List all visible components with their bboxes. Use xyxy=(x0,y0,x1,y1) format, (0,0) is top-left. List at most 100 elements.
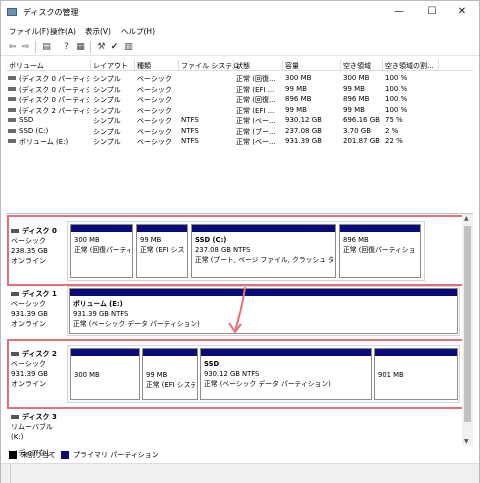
volume-icon xyxy=(8,86,16,91)
volume-icon xyxy=(8,128,16,133)
disk-type: ベーシック xyxy=(11,300,46,308)
column-type[interactable]: 種類 xyxy=(137,61,151,71)
cell-percent-free: 100 % xyxy=(385,84,408,93)
minimize-button[interactable]: — xyxy=(384,3,414,21)
cell-free-space: 3.70 GB xyxy=(343,126,372,135)
help-icon[interactable]: ? xyxy=(61,42,72,52)
column-percent-free[interactable]: 空き領域の割... xyxy=(385,61,434,71)
toolbar: ⇦ ⇨ ▤ ? ▦ ⚒ ✔ ▥ xyxy=(1,38,479,56)
maximize-button[interactable]: ☐ xyxy=(417,3,447,21)
cell-capacity: 931.39 GB xyxy=(285,137,322,145)
legend-label-unallocated: 未割り当て xyxy=(21,451,56,459)
cell-free-space: 201.87 GB xyxy=(343,137,380,145)
cell-free-space: 896 MB xyxy=(343,95,370,103)
scroll-down-icon[interactable]: ▼ xyxy=(464,438,469,445)
disk-size: 931.39 GB xyxy=(11,310,48,318)
cell-status: 正常 (ブー... xyxy=(236,127,276,136)
cell-layout: シンプル xyxy=(93,127,121,136)
column-capacity[interactable]: 容量 xyxy=(285,61,299,71)
menu-bar: ファイル(F) 操作(A) 表示(V) ヘルプ(H) xyxy=(1,23,479,38)
menu-view[interactable]: 表示(V) xyxy=(85,26,111,37)
disk-name: ディスク 1 xyxy=(22,290,57,298)
cell-capacity: 930.12 GB xyxy=(285,116,322,124)
partition-header xyxy=(70,289,457,296)
check-icon[interactable]: ✔ xyxy=(109,42,120,52)
table-row[interactable]: ボリューム (E:) シンプル ベーシック NTFS 正常 (ベー... 931… xyxy=(6,136,473,147)
cell-status: 正常 (回復... xyxy=(236,75,276,83)
status-bar-pane xyxy=(1,464,11,483)
back-arrow-icon[interactable]: ⇦ xyxy=(7,42,18,52)
close-button[interactable]: ✕ xyxy=(447,3,477,21)
cell-free-space: 99 MB xyxy=(343,84,365,93)
view-icon[interactable]: ▥ xyxy=(123,42,134,52)
cell-volume: (ディスク 0 パーティシ... xyxy=(19,85,89,94)
cell-free-space: 300 MB xyxy=(343,74,370,82)
partition-size: 931.39 GB NTFS xyxy=(73,310,129,318)
cell-percent-free: 100 % xyxy=(385,105,408,114)
cell-type: ベーシック xyxy=(137,138,172,146)
legend-label-primary: プライマリ パーティション xyxy=(73,451,159,459)
column-volume[interactable]: ボリューム xyxy=(9,61,44,71)
disk-icon xyxy=(11,415,19,419)
table-row[interactable]: SSD (C:) シンプル ベーシック NTFS 正常 (ブー... 237.0… xyxy=(6,126,473,137)
console-tree-icon[interactable]: ▤ xyxy=(41,42,52,52)
pane-splitter[interactable] xyxy=(6,213,473,214)
cell-capacity: 99 MB xyxy=(285,84,307,93)
menu-file[interactable]: ファイル(F) xyxy=(9,26,49,37)
cell-status: 正常 (回復... xyxy=(236,96,276,104)
scrollbar-thumb[interactable] xyxy=(464,226,471,422)
cell-status: 正常 (EFI ... xyxy=(236,85,275,94)
volume-icon xyxy=(8,76,16,80)
cell-capacity: 99 MB xyxy=(285,105,307,114)
cell-type: ベーシック xyxy=(137,106,172,115)
cell-percent-free: 2 % xyxy=(385,126,399,135)
title-bar[interactable]: ディスクの管理 — ☐ ✕ xyxy=(1,1,479,23)
vertical-scrollbar[interactable]: ▲ ▼ xyxy=(462,214,473,446)
legend-swatch-primary xyxy=(61,451,69,459)
volume-icon xyxy=(8,118,16,122)
legend-swatch-unallocated xyxy=(9,451,17,459)
column-status[interactable]: 状態 xyxy=(236,61,250,71)
cell-type: ベーシック xyxy=(137,96,172,104)
window-title: ディスクの管理 xyxy=(23,8,79,17)
cell-status: 正常 (ベー... xyxy=(236,117,276,125)
cell-status: 正常 (EFI ... xyxy=(236,106,275,115)
table-row[interactable]: (ディスク 0 パーティシ... シンプル ベーシック 正常 (回復... 30… xyxy=(6,73,473,84)
cell-percent-free: 100 % xyxy=(385,74,408,82)
cell-filesystem: NTFS xyxy=(181,126,199,135)
menu-help[interactable]: ヘルプ(H) xyxy=(121,26,155,37)
disk-icon xyxy=(11,292,19,296)
table-row[interactable]: SSD シンプル ベーシック NTFS 正常 (ベー... 930.12 GB … xyxy=(6,115,473,126)
scroll-up-icon[interactable]: ▲ xyxy=(464,215,469,222)
disk-type: リムーバブル (K:) xyxy=(11,423,53,441)
properties-icon[interactable]: ▦ xyxy=(75,42,86,52)
column-filesystem[interactable]: ファイル システム xyxy=(181,61,239,71)
volume-list-header: ボリューム レイアウト 種類 ファイル システム 状態 容量 空き領域 空き領域… xyxy=(6,60,473,71)
table-row[interactable]: (ディスク 0 パーティシ... シンプル ベーシック 正常 (EFI ... … xyxy=(6,84,473,95)
cell-percent-free: 75 % xyxy=(385,116,403,124)
cell-volume: SSD xyxy=(19,116,34,124)
cell-type: ベーシック xyxy=(137,117,172,125)
partition[interactable]: ボリューム (E:) 931.39 GB NTFS 正常 (ベーシック データ … xyxy=(69,288,458,334)
table-row[interactable]: (ディスク 2 パーティシ... シンプル ベーシック 正常 (EFI ... … xyxy=(6,105,473,116)
cell-free-space: 696.16 GB xyxy=(343,116,380,124)
menu-action[interactable]: 操作(A) xyxy=(50,26,76,37)
forward-arrow-icon[interactable]: ⇨ xyxy=(20,42,31,52)
cell-capacity: 896 MB xyxy=(285,95,312,103)
connect-icon[interactable]: ⚒ xyxy=(96,42,107,52)
cell-type: ベーシック xyxy=(137,75,172,83)
cell-percent-free: 22 % xyxy=(385,137,403,145)
cell-free-space: 99 MB xyxy=(343,105,365,114)
cell-layout: シンプル xyxy=(93,138,121,146)
disk-management-window: ディスクの管理 — ☐ ✕ ファイル(F) 操作(A) 表示(V) ヘルプ(H)… xyxy=(0,0,480,483)
column-layout[interactable]: レイアウト xyxy=(93,61,128,71)
table-row[interactable]: (ディスク 0 パーティシ... シンプル ベーシック 正常 (回復... 89… xyxy=(6,94,473,105)
cell-capacity: 237.08 GB xyxy=(285,126,322,135)
partition-status: 正常 (ベーシック データ パーティション) xyxy=(73,320,200,328)
highlight-box-disk-0 xyxy=(7,215,468,286)
disk-status: オンライン xyxy=(11,320,46,328)
cell-volume: SSD (C:) xyxy=(19,126,49,135)
column-free-space[interactable]: 空き領域 xyxy=(343,61,371,71)
disk-1-info[interactable]: ディスク 1 ベーシック 931.39 GB オンライン xyxy=(11,289,67,329)
cell-layout: シンプル xyxy=(93,85,121,94)
